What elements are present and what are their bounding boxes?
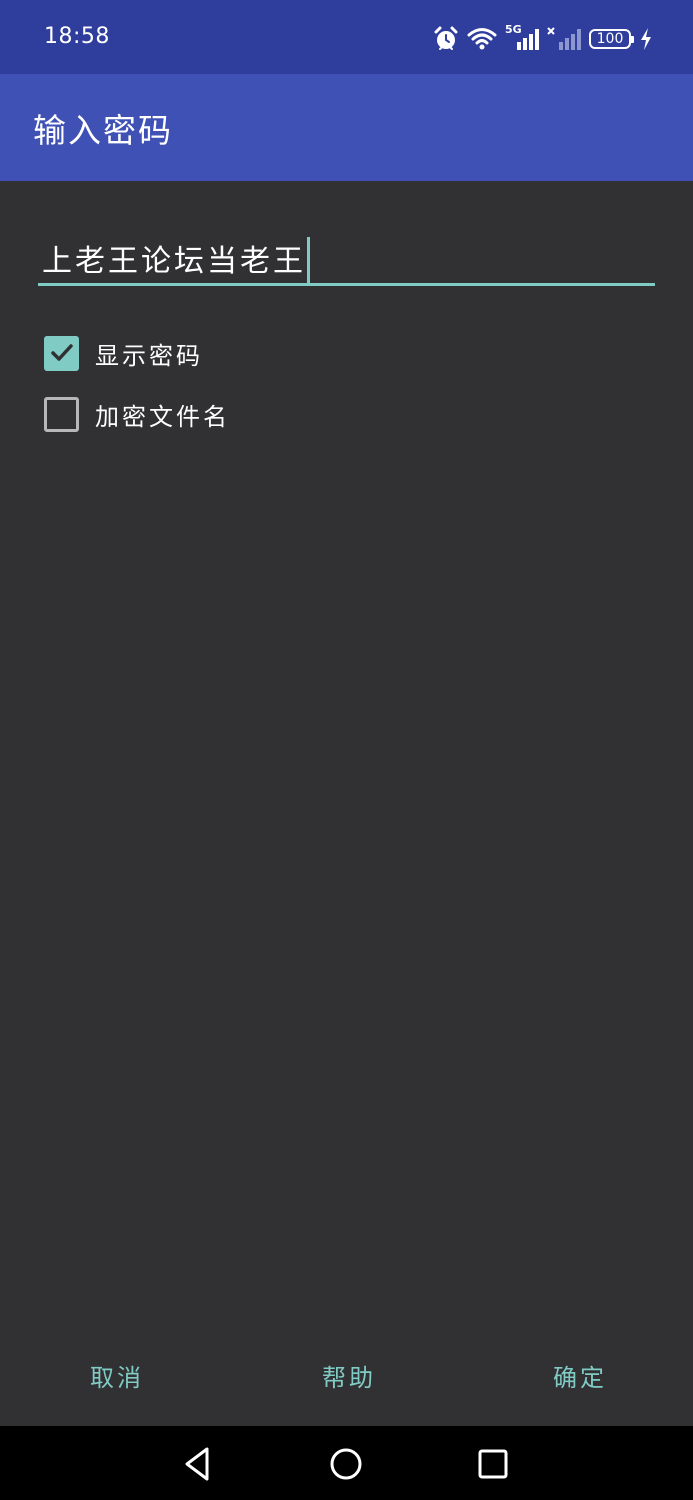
wifi-icon <box>467 28 497 50</box>
app-bar: 输入密码 <box>0 74 693 181</box>
password-input-text: 上老王论坛当老王 <box>42 236 310 283</box>
back-icon[interactable] <box>178 1444 218 1484</box>
battery-icon: 100 <box>589 29 634 49</box>
status-time: 18:58 <box>44 24 110 49</box>
signal-no-service-icon <box>547 27 581 50</box>
show-password-label: 显示密码 <box>95 341 203 370</box>
cancel-button[interactable]: 取消 <box>90 1358 144 1393</box>
home-icon[interactable] <box>326 1444 366 1484</box>
checkmark-icon <box>50 344 73 361</box>
text-cursor <box>307 237 310 283</box>
recents-icon[interactable] <box>473 1444 513 1484</box>
dialog-title: 输入密码 <box>33 111 173 150</box>
alarm-icon <box>434 26 458 50</box>
help-button[interactable]: 帮助 <box>322 1358 376 1393</box>
encrypt-filename-option[interactable]: 加密文件名 <box>44 396 230 432</box>
show-password-checkbox[interactable] <box>44 335 79 371</box>
password-input[interactable]: 上老王论坛当老王 <box>38 226 655 286</box>
dialog-button-bar: 取消 帮助 确定 <box>0 1344 693 1404</box>
encrypt-filename-label: 加密文件名 <box>95 402 230 431</box>
status-bar: 18:58 5G 100 <box>0 0 693 74</box>
signal-5g-icon: 5G <box>505 23 539 52</box>
status-icons: 5G 100 <box>433 23 653 54</box>
password-value: 上老王论坛当老王 <box>42 244 306 279</box>
ok-button[interactable]: 确定 <box>553 1358 607 1393</box>
encrypt-filename-checkbox[interactable] <box>44 396 79 432</box>
battery-level: 100 <box>596 31 624 47</box>
navigation-bar <box>0 1426 693 1500</box>
charging-icon <box>641 28 651 50</box>
show-password-option[interactable]: 显示密码 <box>44 335 203 371</box>
